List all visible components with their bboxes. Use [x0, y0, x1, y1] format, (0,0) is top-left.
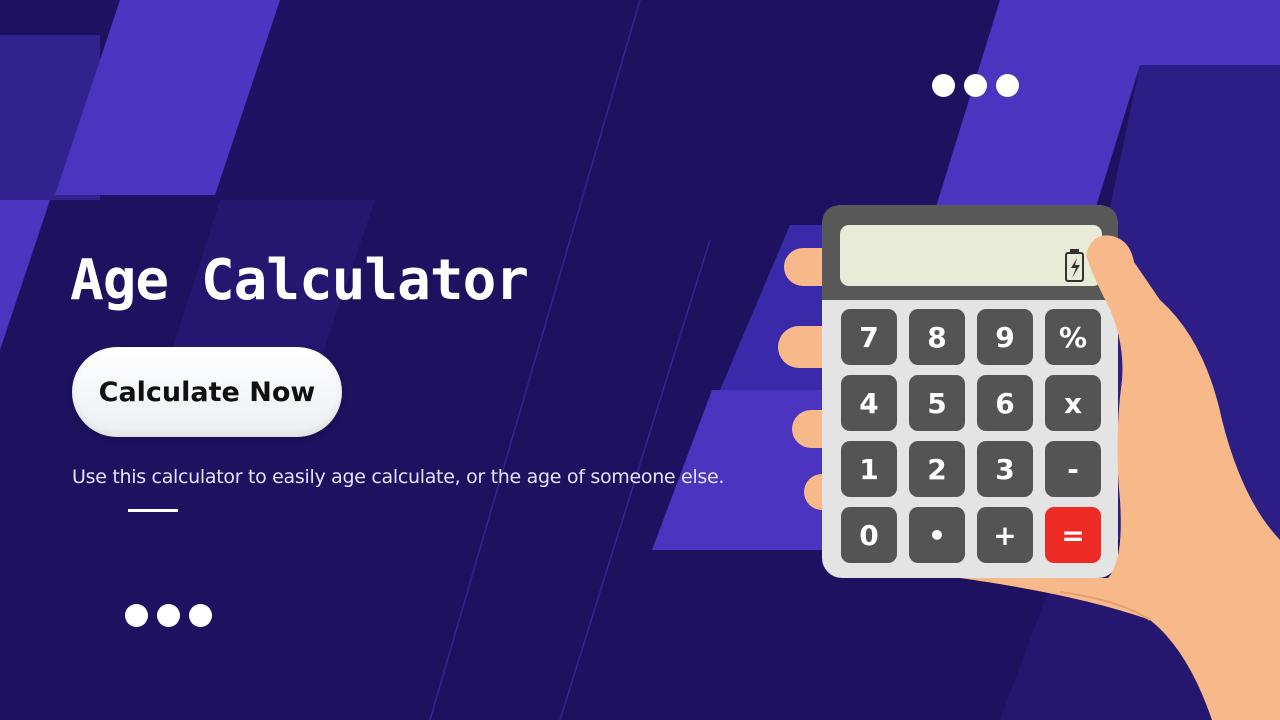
svg-text:2: 2	[927, 453, 946, 486]
svg-text:9: 9	[995, 321, 1014, 354]
digit-1-key: 1	[841, 441, 897, 497]
digit-4-key: 4	[841, 375, 897, 431]
svg-text:7: 7	[859, 321, 878, 354]
svg-text:-: -	[1067, 453, 1079, 486]
hand-holding-calculator-icon: 7 8 9 % 4 5 6 x 1 2 3 - 0 • + =	[778, 205, 1280, 720]
svg-text:%: %	[1059, 321, 1087, 354]
multiply-key: x	[1045, 375, 1101, 431]
svg-text:1: 1	[859, 453, 878, 486]
decimal-key: •	[909, 507, 965, 563]
svg-text:+: +	[993, 519, 1016, 552]
digit-9-key: 9	[977, 309, 1033, 365]
minus-key: -	[1045, 441, 1101, 497]
svg-text:8: 8	[927, 321, 946, 354]
svg-text:x: x	[1064, 387, 1082, 420]
digit-0-key: 0	[841, 507, 897, 563]
svg-text:3: 3	[995, 453, 1014, 486]
percent-key: %	[1045, 309, 1101, 365]
svg-text:5: 5	[927, 387, 946, 420]
svg-text:•: •	[928, 519, 946, 552]
svg-text:4: 4	[859, 387, 878, 420]
digit-6-key: 6	[977, 375, 1033, 431]
digit-7-key: 7	[841, 309, 897, 365]
digit-8-key: 8	[909, 309, 965, 365]
equals-key: =	[1045, 507, 1101, 563]
svg-text:0: 0	[859, 519, 878, 552]
svg-text:6: 6	[995, 387, 1014, 420]
digit-2-key: 2	[909, 441, 965, 497]
plus-key: +	[977, 507, 1033, 563]
digit-5-key: 5	[909, 375, 965, 431]
digit-3-key: 3	[977, 441, 1033, 497]
svg-text:=: =	[1061, 519, 1084, 552]
